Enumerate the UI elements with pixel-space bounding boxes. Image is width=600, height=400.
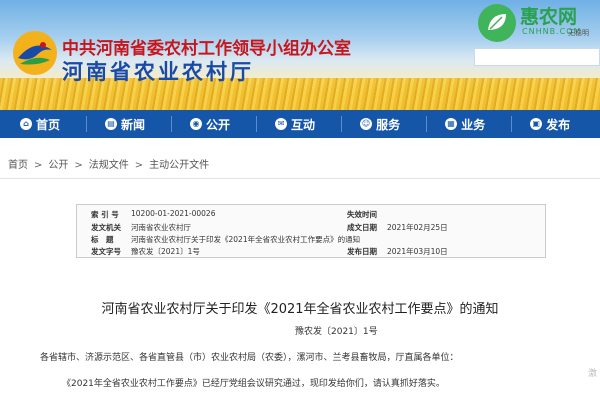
document-body-paragraph: 《2021年全省农业农村工作要点》已经厅党组会议研究通过，现印发给你们，请认真抓… (62, 379, 445, 389)
nav-divider (86, 116, 88, 132)
nav-item-news[interactable]: ▤ 新闻 (105, 110, 145, 138)
meta-docno-value: 豫农发〔2021〕1号 (131, 247, 200, 256)
publish-icon: ▣ (530, 118, 543, 130)
meta-index-label: 索 引 号 (91, 210, 119, 219)
nav-divider (171, 116, 173, 132)
home-icon: ⌂ (20, 118, 32, 130)
meta-expiry-label: 失效时间 (347, 210, 377, 219)
meta-published-label: 发布日期 (347, 247, 377, 256)
document-addressees: 各省辖市、济源示范区、各省直管县（市）农业农村局（农委），漯河市、兰考县畜牧局，… (40, 353, 459, 363)
service-icon: ☺ (360, 118, 373, 130)
breadcrumb-separator: > (134, 160, 144, 171)
meta-issuer-label: 发文机关 (91, 223, 121, 232)
chat-icon: ✉ (275, 118, 288, 130)
meta-index-value: 10200-01-2021-00026 (131, 209, 216, 218)
nav-item-publish[interactable]: ▣ 发布 (530, 110, 570, 138)
breadcrumb-separator: > (34, 160, 43, 171)
meta-written-value: 2021年02月25日 (387, 223, 448, 232)
document-number: 豫农发〔2021〕1号 (295, 327, 378, 337)
breadcrumb-public[interactable]: 公开 (48, 160, 68, 171)
breadcrumb: 首页 > 公开 > 法规文件 > 主动公开文件 (8, 156, 209, 171)
meta-docno-label: 发文字号 (91, 247, 121, 256)
breadcrumb-regulations[interactable]: 法规文件 (89, 160, 129, 171)
nav-item-public[interactable]: ◉ 公开 (190, 110, 230, 138)
breadcrumb-active-disclosure[interactable]: 主动公开文件 (149, 160, 209, 171)
nav-divider (511, 116, 513, 132)
nav-item-business[interactable]: ▦ 业务 (445, 110, 485, 138)
document-title: 河南省农业农村厅关于印发《2021年全省农业农村工作要点》的通知 (101, 302, 499, 317)
nav-item-service[interactable]: ☺ 服务 (360, 110, 400, 138)
site-name: 惠农网 (520, 6, 578, 28)
search-input[interactable] (474, 48, 600, 66)
nav-divider (256, 116, 258, 132)
leaf-logo-icon (478, 4, 516, 42)
emblem-logo-icon[interactable] (10, 28, 60, 78)
meta-title-value: 河南省农业农村厅关于印发《2021年全省农业农村工作要点》的通知 (131, 235, 361, 244)
nav-item-home[interactable]: ⌂ 首页 (20, 110, 60, 138)
dept-title: 河南省农业农村厅 (62, 59, 254, 84)
breadcrumb-home[interactable]: 首页 (8, 160, 28, 171)
site-slogan: 无稳明 (568, 29, 589, 37)
nav-divider (426, 116, 428, 132)
meta-title-label: 标 题 (91, 235, 114, 244)
meta-published-value: 2021年03月10日 (387, 247, 448, 256)
header-banner: 中共河南省委农村工作领导小组办公室 河南省农业农村厅 惠农网 CNHNB.COM… (0, 0, 600, 110)
side-watermark-text: 激 (588, 369, 598, 379)
divider (0, 178, 600, 179)
breadcrumb-separator: > (74, 160, 83, 171)
main-nav: ⌂ 首页 ▤ 新闻 ◉ 公开 ✉ 互动 ☺ 服务 ▦ 业务 ▣ 发布 (0, 110, 600, 138)
public-icon: ◉ (190, 118, 203, 130)
meta-issuer-value: 河南省农业农村厅 (131, 223, 191, 232)
meta-written-label: 成文日期 (347, 223, 377, 232)
nav-divider (341, 116, 343, 132)
site-badge[interactable]: 惠农网 CNHNB.COM 无稳明 (478, 0, 600, 44)
nav-item-interact[interactable]: ✉ 互动 (275, 110, 315, 138)
news-icon: ▤ (105, 118, 118, 130)
document-meta-table: 索 引 号 10200-01-2021-00026 失效时间 发文机关 河南省农… (76, 204, 546, 258)
business-icon: ▦ (445, 118, 458, 130)
